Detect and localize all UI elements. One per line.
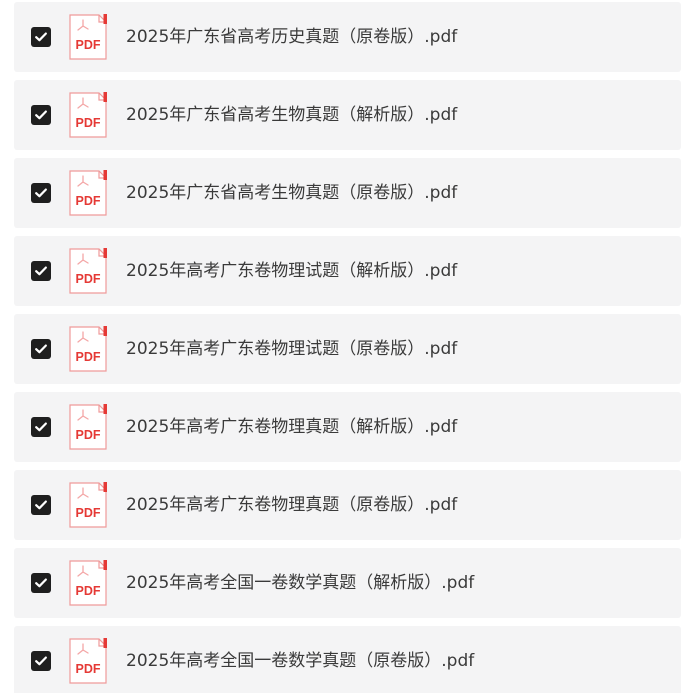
- file-row[interactable]: PDF 2025年高考广东卷物理真题（原卷版）.pdf: [14, 470, 681, 540]
- file-checkbox[interactable]: [31, 183, 51, 203]
- file-name[interactable]: 2025年高考广东卷物理试题（原卷版）.pdf: [126, 314, 457, 384]
- file-name[interactable]: 2025年高考广东卷物理试题（解析版）.pdf: [126, 236, 457, 306]
- file-row[interactable]: PDF 2025年高考广东卷物理试题（解析版）.pdf: [14, 236, 681, 306]
- pdf-badge-text: PDF: [76, 506, 101, 520]
- file-checkbox[interactable]: [31, 261, 51, 281]
- pdf-badge-text: PDF: [76, 584, 101, 598]
- pdf-icon: PDF: [69, 170, 107, 216]
- file-row[interactable]: PDF 2025年广东省高考历史真题（原卷版）.pdf: [14, 2, 681, 72]
- file-row[interactable]: PDF 2025年广东省高考生物真题（原卷版）.pdf: [14, 158, 681, 228]
- file-row[interactable]: PDF 2025年高考广东卷物理真题（解析版）.pdf: [14, 392, 681, 462]
- file-name[interactable]: 2025年广东省高考生物真题（原卷版）.pdf: [126, 158, 457, 228]
- pdf-icon: PDF: [69, 482, 107, 528]
- pdf-icon: PDF: [69, 560, 107, 606]
- file-row[interactable]: PDF 2025年高考全国一卷数学真题（原卷版）.pdf: [14, 626, 681, 693]
- file-name[interactable]: 2025年高考广东卷物理真题（解析版）.pdf: [126, 392, 457, 462]
- file-list: PDF 2025年广东省高考历史真题（原卷版）.pdf PDF 2025年广东省…: [0, 0, 681, 693]
- pdf-badge-text: PDF: [76, 662, 101, 676]
- file-row[interactable]: PDF 2025年高考全国一卷数学真题（解析版）.pdf: [14, 548, 681, 618]
- pdf-badge-text: PDF: [76, 272, 101, 286]
- pdf-badge-text: PDF: [76, 38, 101, 52]
- file-checkbox[interactable]: [31, 651, 51, 671]
- pdf-icon: PDF: [69, 248, 107, 294]
- pdf-icon: PDF: [69, 638, 107, 684]
- file-checkbox[interactable]: [31, 573, 51, 593]
- file-name[interactable]: 2025年广东省高考生物真题（解析版）.pdf: [126, 80, 457, 150]
- file-name[interactable]: 2025年高考全国一卷数学真题（解析版）.pdf: [126, 548, 474, 618]
- pdf-badge-text: PDF: [76, 350, 101, 364]
- pdf-badge-text: PDF: [76, 116, 101, 130]
- pdf-badge-text: PDF: [76, 428, 101, 442]
- pdf-icon: PDF: [69, 14, 107, 60]
- file-name[interactable]: 2025年高考全国一卷数学真题（原卷版）.pdf: [126, 626, 474, 693]
- file-name[interactable]: 2025年高考广东卷物理真题（原卷版）.pdf: [126, 470, 457, 540]
- file-checkbox[interactable]: [31, 339, 51, 359]
- pdf-icon: PDF: [69, 326, 107, 372]
- file-row[interactable]: PDF 2025年高考广东卷物理试题（原卷版）.pdf: [14, 314, 681, 384]
- pdf-icon: PDF: [69, 92, 107, 138]
- pdf-badge-text: PDF: [76, 194, 101, 208]
- file-checkbox[interactable]: [31, 417, 51, 437]
- file-name[interactable]: 2025年广东省高考历史真题（原卷版）.pdf: [126, 2, 457, 72]
- file-checkbox[interactable]: [31, 27, 51, 47]
- pdf-icon: PDF: [69, 404, 107, 450]
- file-checkbox[interactable]: [31, 105, 51, 125]
- file-row[interactable]: PDF 2025年广东省高考生物真题（解析版）.pdf: [14, 80, 681, 150]
- file-checkbox[interactable]: [31, 495, 51, 515]
